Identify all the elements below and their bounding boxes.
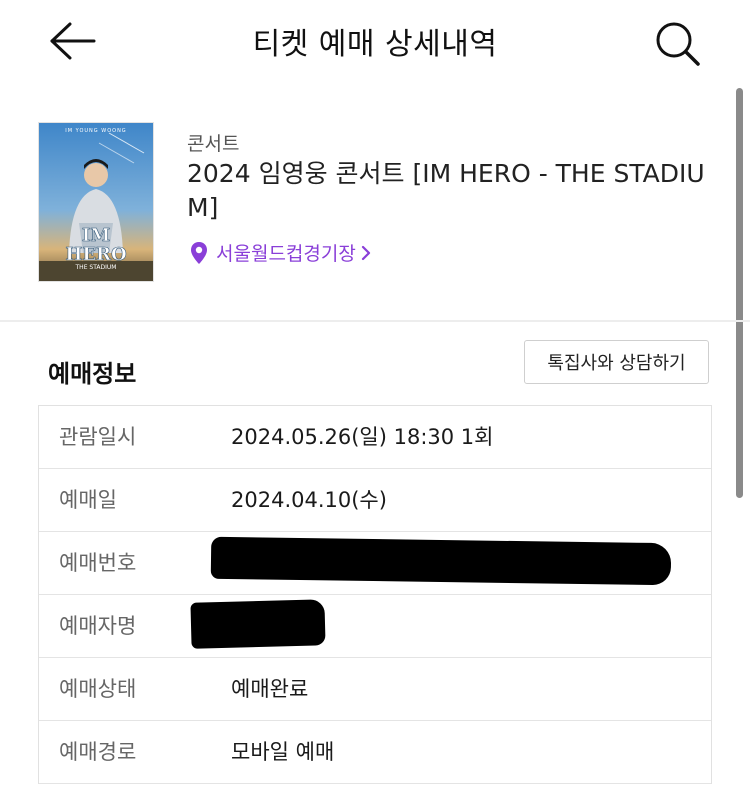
top-app-bar: 티켓 예매 상세내역	[0, 0, 750, 86]
info-label: 예매일	[59, 488, 117, 512]
section-divider	[0, 320, 750, 322]
info-value: 2024.04.10(수)	[231, 488, 387, 512]
info-label: 관람일시	[59, 425, 137, 449]
poster-top-text: IM YOUNG WOONG	[65, 128, 126, 134]
location-pin-icon	[191, 241, 207, 264]
booking-info-title: 예매정보	[48, 360, 137, 388]
info-row-viewing-datetime: 관람일시 2024.05.26(일) 18:30 1회	[39, 406, 711, 469]
info-value: 2024.05.26(일) 18:30 1회	[231, 425, 494, 449]
info-value: 모바일 예매	[231, 740, 335, 764]
search-icon	[656, 22, 700, 66]
info-row-booker-name: 예매자명	[39, 595, 711, 658]
poster-logo-line1: IM	[82, 225, 110, 246]
consult-chat-button[interactable]: 톡집사와 상담하기	[524, 340, 709, 384]
info-row-booking-date: 예매일 2024.04.10(수)	[39, 469, 711, 532]
event-category: 콘서트	[187, 133, 240, 155]
redaction-mark	[190, 599, 326, 649]
info-value: 예매완료	[231, 677, 309, 701]
venue-name: 서울월드컵경기장	[216, 243, 356, 265]
info-row-booking-status: 예매상태 예매완료	[39, 658, 711, 721]
poster-subtitle: THE STADIUM	[75, 264, 117, 271]
poster-image: IM YOUNG WOONG IM HERO THE STADIUM	[39, 123, 153, 281]
info-row-booking-number: 예매번호	[39, 532, 711, 595]
info-label: 예매상태	[59, 677, 137, 701]
event-summary: IM YOUNG WOONG IM HERO THE STADIUM 콘서트 2…	[0, 100, 750, 320]
redaction-mark	[210, 536, 672, 586]
info-label: 예매자명	[59, 614, 137, 638]
poster-logo-line2: HERO	[65, 244, 126, 265]
event-title: 2024 임영웅 콘서트 [IM HERO - THE STADIUM]	[187, 159, 705, 222]
info-label: 예매경로	[59, 740, 137, 764]
booking-info-table: 관람일시 2024.05.26(일) 18:30 1회 예매일 2024.04.…	[38, 405, 712, 784]
info-row-booking-channel: 예매경로 모바일 예매	[39, 721, 711, 784]
chevron-right-icon	[361, 245, 370, 260]
venue-link[interactable]: 서울월드컵경기장	[190, 239, 372, 266]
page-title: 티켓 예매 상세내역	[252, 27, 498, 62]
info-label: 예매번호	[59, 551, 137, 575]
event-poster[interactable]: IM YOUNG WOONG IM HERO THE STADIUM	[38, 122, 154, 282]
search-button[interactable]	[650, 16, 704, 70]
